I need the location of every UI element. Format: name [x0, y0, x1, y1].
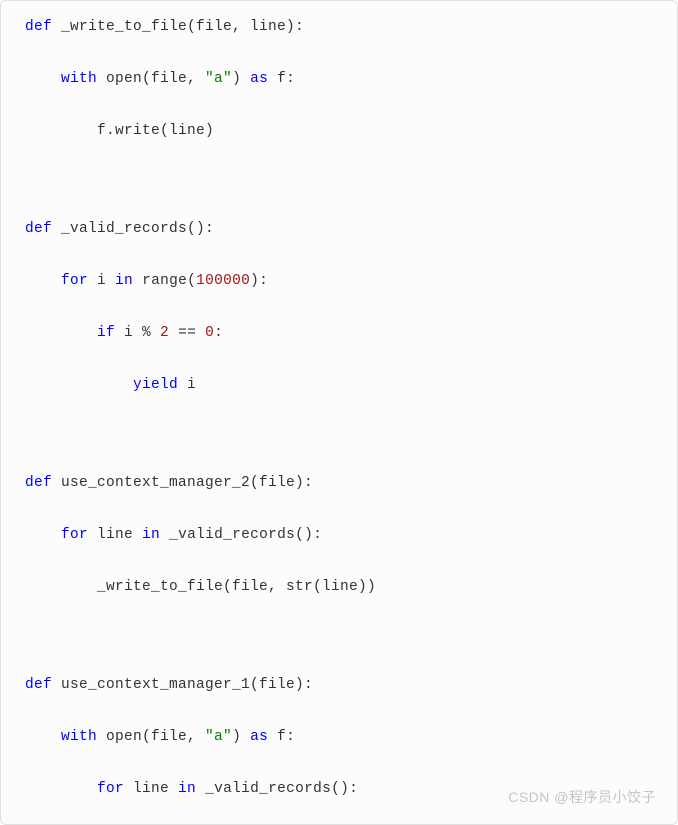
token-kw: in [142, 527, 169, 543]
indent [25, 377, 133, 393]
token-str: "a" [205, 729, 232, 745]
code-line: for line in _valid_records(): [25, 521, 653, 550]
token-fn: open(file, [106, 729, 205, 745]
code-line: if i % 2 == 0: [25, 319, 653, 348]
code-line: for i in range(100000): [25, 267, 653, 296]
code-line: def _write_to_file(file, line): [25, 13, 653, 42]
code-block: def _write_to_file(file, line): with ope… [0, 0, 678, 825]
indent [25, 781, 97, 797]
token-fn: range( [142, 273, 196, 289]
token-kw: in [115, 273, 142, 289]
empty-line [25, 400, 653, 423]
token-fn: i [187, 377, 196, 393]
token-fn: == [169, 325, 205, 341]
empty-line [25, 42, 653, 65]
token-fn: ) [232, 729, 250, 745]
token-kw: def [25, 677, 61, 693]
token-fn: open(file, [106, 71, 205, 87]
empty-line [25, 804, 653, 825]
indent [25, 527, 61, 543]
empty-line [25, 446, 653, 469]
indent [25, 729, 61, 745]
empty-line [25, 244, 653, 267]
code-line: _write_to_file(file, str(line)) [25, 573, 653, 602]
empty-line [25, 625, 653, 648]
token-kw: yield [133, 377, 187, 393]
token-kw: in [178, 781, 205, 797]
token-fn: f: [268, 71, 295, 87]
empty-line [25, 169, 653, 192]
token-kw: for [61, 273, 97, 289]
token-kw: for [61, 527, 97, 543]
token-fn: ) [232, 71, 250, 87]
empty-line [25, 700, 653, 723]
token-fn: _valid_records(): [61, 221, 214, 237]
token-fn: use_context_manager_2(file): [61, 475, 313, 491]
empty-line [25, 296, 653, 319]
token-fn: f.write(line) [97, 123, 214, 139]
indent [25, 579, 97, 595]
token-fn: : [214, 325, 223, 341]
empty-line [25, 498, 653, 521]
token-fn: i % [124, 325, 160, 341]
token-kw: def [25, 475, 61, 491]
token-kw: as [250, 71, 268, 87]
token-kw: with [61, 729, 106, 745]
token-fn: _write_to_file(file, line): [61, 19, 304, 35]
token-kw: def [25, 19, 61, 35]
indent [25, 273, 61, 289]
empty-line [25, 550, 653, 573]
empty-line [25, 146, 653, 169]
empty-line [25, 648, 653, 671]
watermark-text: CSDN @程序员小饺子 [508, 787, 656, 807]
token-fn: f: [268, 729, 295, 745]
token-fn: line [97, 527, 142, 543]
code-content: def _write_to_file(file, line): with ope… [25, 13, 653, 825]
token-str: "a" [205, 71, 232, 87]
token-fn: i [97, 273, 115, 289]
token-kw: with [61, 71, 106, 87]
token-num: 0 [205, 325, 214, 341]
indent [25, 123, 97, 139]
token-num: 100000 [196, 273, 250, 289]
token-kw: def [25, 221, 61, 237]
empty-line [25, 423, 653, 446]
token-fn: ): [250, 273, 268, 289]
token-fn: _valid_records(): [205, 781, 358, 797]
token-num: 2 [160, 325, 169, 341]
code-line: def use_context_manager_1(file): [25, 671, 653, 700]
empty-line [25, 348, 653, 371]
code-line: def use_context_manager_2(file): [25, 469, 653, 498]
token-fn: use_context_manager_1(file): [61, 677, 313, 693]
token-fn: line [133, 781, 178, 797]
indent [25, 325, 97, 341]
token-kw: if [97, 325, 124, 341]
token-fn: _write_to_file(file, str(line)) [97, 579, 376, 595]
empty-line [25, 94, 653, 117]
token-kw: for [97, 781, 133, 797]
empty-line [25, 602, 653, 625]
code-line: def _valid_records(): [25, 215, 653, 244]
token-kw: as [250, 729, 268, 745]
code-line: yield i [25, 371, 653, 400]
indent [25, 71, 61, 87]
empty-line [25, 752, 653, 775]
code-line: with open(file, "a") as f: [25, 723, 653, 752]
code-line: f.write(line) [25, 117, 653, 146]
code-line: with open(file, "a") as f: [25, 65, 653, 94]
empty-line [25, 192, 653, 215]
token-fn: _valid_records(): [169, 527, 322, 543]
